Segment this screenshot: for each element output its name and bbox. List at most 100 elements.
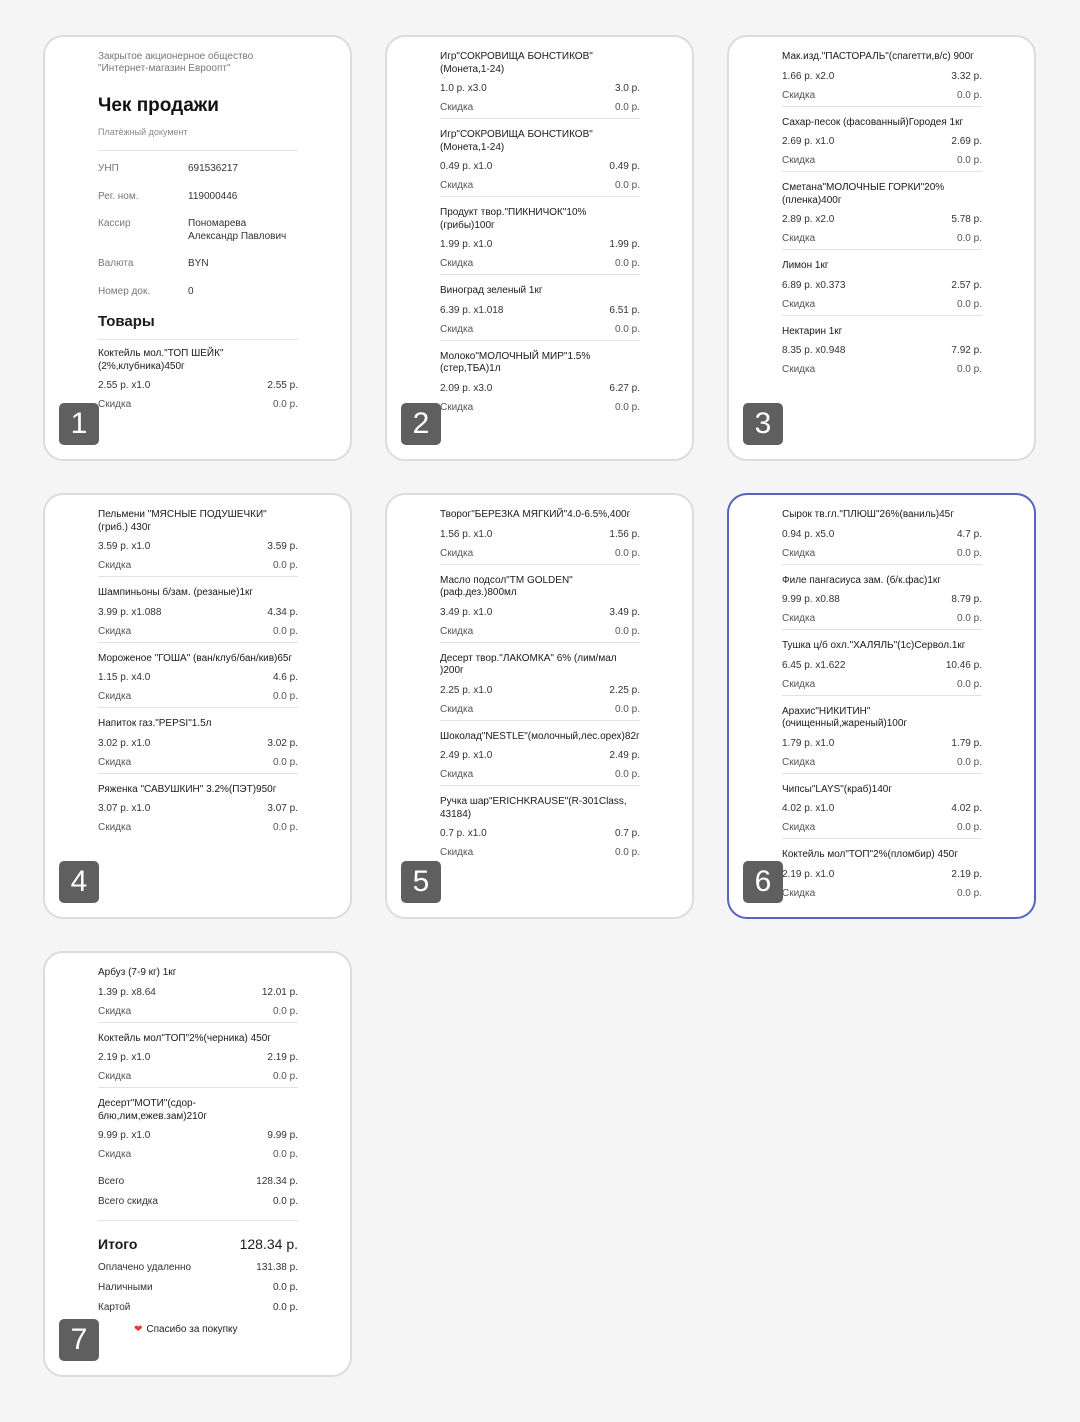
cash-label: Наличными [98,1282,153,1293]
item-discount-label: Скидка [98,560,132,571]
item-qty-row: 6.39 р. x1.018 6.51 р. [440,304,640,317]
item-name: Игр"СОКРОВИЩА БОНСТИКОВ"(Монета,1-24) [440,51,593,75]
item-discount-row: Скидка 0.0 р. [782,363,982,376]
list-item: Игр"СОКРОВИЩА БОНСТИКОВ"(Монета,1-24) 1.0… [440,51,640,119]
field-value: 119000446 [188,190,238,202]
item-discount-value: 0.0 р. [614,769,640,780]
item-discount-label: Скидка [782,233,816,244]
page-number-badge: 3 [743,403,783,445]
item-discount-label: Скидка [98,822,132,833]
list-item: Ручка шар"ERICHKRAUSE"(R-301Class, 43184… [440,796,640,863]
item-price-qty: 0.7 р. x1.0 [440,828,487,839]
item-price-qty: 0.94 р. x5.0 [782,528,835,540]
item-sum: 6.27 р. [609,382,640,394]
item-sum: 2.57 р. [951,279,982,291]
item-name: Филе пангасиуса зам. (б/к.фас)1кг [782,574,941,586]
item-name: Сметана"МОЛОЧНЫЕ ГОРКИ"20%(пленка)400г [782,182,945,206]
receipt-page-4[interactable]: Пельмени "МЯСНЫЕ ПОДУШЕЧКИ" (гриб.) 430г… [43,493,352,919]
item-list: Игр"СОКРОВИЩА БОНСТИКОВ"(Монета,1-24) 1.0… [440,51,640,418]
item-price-qty: 2.09 р. x3.0 [440,382,493,394]
item-name: Лимон 1кг [782,260,829,271]
list-item: Виноград зеленый 1кг 6.39 р. x1.018 6.51 р… [440,285,640,341]
cash-value: 0.0 р. [272,1282,298,1293]
receipt-page-6[interactable]: Сырок тв.гл."ПЛЮШ"26%(ваниль)45г 0.94 р. … [727,493,1036,919]
list-item: Пельмени "МЯСНЫЕ ПОДУШЕЧКИ" (гриб.) 430г… [98,509,298,577]
list-item: Шоколад"NESTLE"(молочный,лес.орех)82г 2.4… [440,731,640,786]
item-discount-value: 0.0 р. [956,756,982,768]
item-qty-row: 3.49 р. x1.0 3.49 р. [440,606,640,619]
item-discount-row: Скидка 0.0 р. [98,559,298,572]
receipt-page-3[interactable]: Мак.изд."ПАСТОРАЛЬ"(спагетти,в/с) 900г 1.… [727,35,1036,461]
item-name: Арбуз (7-9 кг) 1кг [98,967,177,978]
list-item: Чипсы"LAYS"(краб)140г 4.02 р. x1.0 4.02 р.… [782,784,982,839]
item-qty-row: 3.07 р. x1.0 3.07 р. [98,802,298,815]
item-sum: 0.49 р. [609,161,640,172]
item-discount-label: Скидка [782,678,816,690]
item-qty-row: 2.25 р. x1.0 2.25 р. [440,684,640,697]
item-discount-label: Скидка [98,756,132,768]
field-value: 691536217 [188,163,239,174]
item-qty-row: 4.02 р. x1.0 4.02 р. [782,802,982,815]
item-price-qty: 2.25 р. x1.0 [440,684,493,696]
item-discount-row: Скидка 0.0 р. [782,612,982,625]
item-name: Мороженое "ГОША" (ван/клуб/бан/кив)65г [98,652,293,664]
item-discount-row: Скидка 0.0 р. [782,232,982,245]
item-sum: 1.56 р. [609,528,640,540]
item-discount-value: 0.0 р. [614,102,640,113]
heart-icon: ❤ [134,1324,143,1335]
item-discount-row: Скидка 0.0 р. [98,690,298,703]
item-name: Десерт"МОТИ"(сдор-блю,лим,ежев.зам)210г [98,1098,207,1122]
item-discount-row: Скидка 0.0 р. [98,756,298,769]
list-item: Сметана"МОЛОЧНЫЕ ГОРКИ"20%(пленка)400г 2.… [782,182,982,250]
field-cashier: Кассир Пономарева Александр Павлович [98,218,298,243]
company-name: Закрытое акционерное общество "Интернет-… [98,51,254,74]
item-discount-value: 0.0 р. [272,1071,298,1082]
discount-total-value: 0.0 р. [272,1196,298,1207]
item-name: Коктейль мол"ТОП"2%(пломбир) 450г [782,849,958,860]
item-discount-label: Скидка [782,756,816,768]
item-sum: 7.92 р. [951,345,982,356]
item-discount-label: Скидка [98,399,132,410]
receipt-page-7[interactable]: Арбуз (7-9 кг) 1кг 1.39 р. x8.64 12.01 р. С… [43,951,352,1377]
receipt-page-2[interactable]: Игр"СОКРОВИЩА БОНСТИКОВ"(Монета,1-24) 1.0… [385,35,694,461]
item-sum: 12.01 р. [261,986,298,998]
receipt-page-1[interactable]: Закрытое акционерное общество "Интернет-… [43,35,352,461]
item-qty-row: 8.35 р. x0.948 7.92 р. [782,344,982,357]
receipt-page-5[interactable]: Творог"БЕРЕЗКА МЯГКИЙ"4.0-6.5%,400г 1.56 … [385,493,694,919]
item-discount-label: Скидка [440,703,474,715]
item-name: Арахис"НИКИТИН"(очищенный,жареный)100г [782,705,908,730]
card-value: 0.0 р. [272,1302,298,1313]
item-price-qty: 3.49 р. x1.0 [440,606,493,618]
item-discount-label: Скидка [440,401,474,413]
item-discount-value: 0.0 р. [956,822,982,833]
item-discount-row: Скидка 0.0 р. [782,298,982,311]
list-item: Сахар-песок (фасованный)Городея 1кг 2.69 … [782,117,982,172]
item-discount-row: Скидка 0.0 р. [440,179,640,192]
item-discount-value: 0.0 р. [614,547,640,559]
item-qty-row: 1.15 р. x4.0 4.6 р. [98,671,298,684]
item-discount-row: Скидка 0.0 р. [782,821,982,834]
item-discount-row: Скидка 0.0 р. [440,625,640,638]
item-discount-label: Скидка [98,1071,132,1082]
list-item: Игр"СОКРОВИЩА БОНСТИКОВ"(Монета,1-24) 0.4… [440,129,640,197]
item-discount-value: 0.0 р. [614,258,640,269]
item-discount-label: Скидка [782,613,816,624]
item-discount-value: 0.0 р. [956,155,982,166]
list-item: Сырок тв.гл."ПЛЮШ"26%(ваниль)45г 0.94 р. … [782,509,982,565]
list-item: Лимон 1кг 6.89 р. x0.373 2.57 р. Скидка 0.0 … [782,260,982,316]
item-discount-value: 0.0 р. [614,625,640,637]
item-name: Продукт твор."ПИКНИЧОК"10%(грибы)100г [440,207,587,231]
list-item: Мороженое "ГОША" (ван/клуб/бан/кив)65г 1.… [98,652,298,708]
item-qty-row: 0.94 р. x5.0 4.7 р. [782,528,982,541]
item-discount-value: 0.0 р. [614,847,640,858]
list-item: Напиток газ."PEPSI"1.5л 3.02 р. x1.0 3.02 … [98,718,298,774]
cash-row: Наличными 0.0 р. [98,1281,298,1294]
field-unp: УНП 691536217 [98,163,298,176]
item-discount-row: Скидка 0.0 р. [782,154,982,167]
item-qty-row: 9.99 р. x0.88 8.79 р. [782,593,982,606]
item-discount-row: Скидка 0.0 р. [98,1070,298,1083]
goods-title: Товары [98,313,155,330]
item-discount-label: Скидка [440,323,474,335]
item-discount-row: Скидка 0.0 р. [440,323,640,336]
field-value: 0 [188,285,194,297]
